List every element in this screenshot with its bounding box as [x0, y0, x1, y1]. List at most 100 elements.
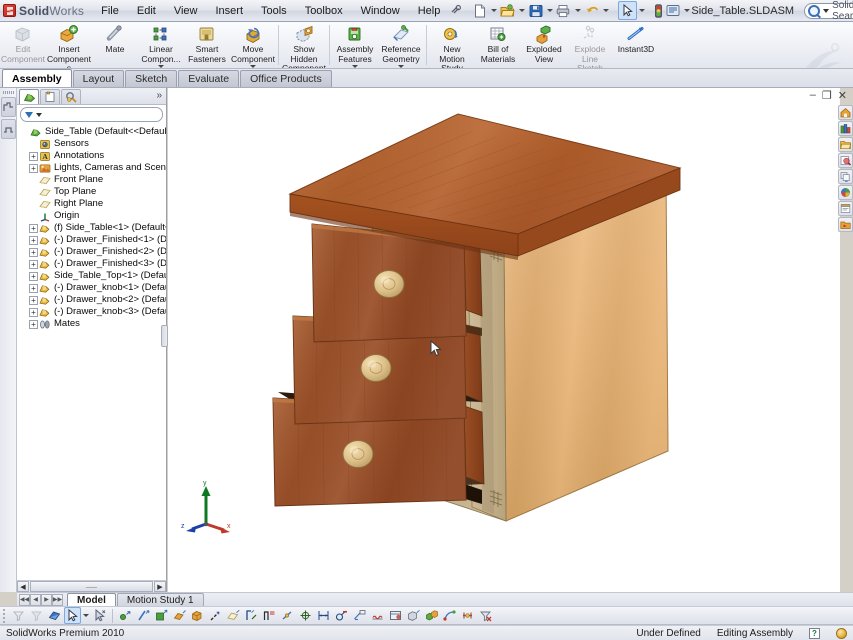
traffic-light-icon[interactable]: [654, 1, 663, 20]
tree-horizontal-scrollbar[interactable]: ◀ ⸺ ▶: [17, 580, 167, 592]
select-dropdown[interactable]: [637, 1, 646, 20]
quick-tip-icon[interactable]: ?: [809, 628, 820, 639]
open-document-icon[interactable]: [498, 1, 517, 20]
print-icon[interactable]: [554, 1, 573, 20]
tree-item[interactable]: +Side_Table_Top<1> (Default<<: [17, 270, 166, 282]
route-point-button[interactable]: [441, 607, 458, 624]
appearances-scenes-icon[interactable]: [838, 185, 853, 200]
tree-item[interactable]: Origin: [17, 210, 166, 222]
annotation-button[interactable]: [351, 607, 368, 624]
show-hidden-components-button[interactable]: Show Hidden Components: [281, 22, 327, 69]
model-tab[interactable]: Model: [67, 593, 116, 606]
solid-button[interactable]: [189, 607, 206, 624]
move-component-button[interactable]: Move Component: [230, 22, 276, 68]
undo-icon[interactable]: [582, 1, 601, 20]
shaded-button[interactable]: [46, 607, 63, 624]
side-table-model[interactable]: [268, 106, 698, 526]
pin-icon[interactable]: [449, 1, 462, 20]
point-button[interactable]: [117, 607, 134, 624]
save-dropdown[interactable]: [545, 1, 554, 20]
file-explorer-icon[interactable]: [838, 137, 853, 152]
new-document-icon[interactable]: [470, 1, 489, 20]
tab-evaluate[interactable]: Evaluate: [178, 70, 239, 87]
tree-item[interactable]: Right Plane: [17, 198, 166, 210]
mdi-minimize-button[interactable]: –: [810, 89, 816, 102]
tree-item[interactable]: +(-) Drawer_Finished<2> (Defaul: [17, 246, 166, 258]
tree-expand-icon[interactable]: +: [29, 260, 38, 269]
bill-of-materials-button[interactable]: Bill of Materials: [475, 22, 521, 64]
face-button[interactable]: [153, 607, 170, 624]
tree-scroll-left-button[interactable]: ◀: [17, 581, 29, 592]
center-mark-button[interactable]: [297, 607, 314, 624]
tree-item[interactable]: +(-) Drawer_knob<3> (Default<·: [17, 306, 166, 318]
save-icon[interactable]: [526, 1, 545, 20]
nav-first-tab[interactable]: ◀◀: [19, 594, 30, 606]
custom-properties-icon[interactable]: [838, 201, 853, 216]
tab-assembly[interactable]: Assembly: [2, 69, 72, 87]
tree-expand-icon[interactable]: +: [29, 224, 38, 233]
panel-resize-handle[interactable]: [161, 325, 168, 347]
display-pane-tab[interactable]: [1, 119, 16, 139]
menu-item-insert[interactable]: Insert: [206, 2, 252, 20]
mdi-restore-button[interactable]: ❐: [822, 89, 832, 102]
assembly-filter-button[interactable]: [423, 607, 440, 624]
linear-component-pattern-button[interactable]: Linear Compon...: [138, 22, 184, 68]
feature-tree[interactable]: Side_Table (Default<<Default>_ApSensors+…: [17, 124, 166, 580]
reference-geometry-button[interactable]: Reference Geometry: [378, 22, 424, 68]
tab-layout[interactable]: Layout: [73, 70, 125, 87]
plane-filter-button[interactable]: [225, 607, 242, 624]
graphics-area[interactable]: y x z: [168, 88, 840, 592]
linear-component-pattern-dropdown[interactable]: [158, 65, 164, 68]
move-component-dropdown[interactable]: [250, 65, 256, 68]
select-other-button[interactable]: [91, 607, 108, 624]
sketch-point-button[interactable]: [243, 607, 260, 624]
open-document-dropdown[interactable]: [517, 1, 526, 20]
menu-item-toolbox[interactable]: Toolbox: [296, 2, 352, 20]
undo-dropdown[interactable]: [601, 1, 610, 20]
tree-item[interactable]: Top Plane: [17, 186, 166, 198]
insert-components-button[interactable]: Insert Components: [46, 22, 92, 69]
menu-item-edit[interactable]: Edit: [128, 2, 165, 20]
assembly-features-dropdown[interactable]: [352, 65, 358, 68]
property-manager-tab[interactable]: [40, 89, 60, 104]
new-motion-study-button[interactable]: New Motion Study: [429, 22, 475, 69]
tree-scroll-right-button[interactable]: ▶: [154, 581, 166, 592]
toolbar-grip[interactable]: [3, 609, 7, 623]
tree-item[interactable]: +(-) Drawer_Finished<3> (Defaul: [17, 258, 166, 270]
menu-item-help[interactable]: Help: [409, 2, 450, 20]
solidworks-resources-icon[interactable]: [838, 105, 853, 120]
tab-sketch[interactable]: Sketch: [125, 70, 177, 87]
search-pane-icon[interactable]: [838, 153, 853, 168]
overlay-coin-icon[interactable]: [836, 628, 847, 639]
line-button[interactable]: [135, 607, 152, 624]
tree-item[interactable]: +(-) Drawer_knob<2> (Default<·: [17, 294, 166, 306]
mate-button[interactable]: Mate: [92, 22, 138, 55]
tree-item[interactable]: +(-) Drawer_knob<1> (Default<·: [17, 282, 166, 294]
nav-last-tab[interactable]: ▶▶: [52, 594, 63, 606]
connection-point-button[interactable]: [459, 607, 476, 624]
component-filter-button[interactable]: [405, 607, 422, 624]
tree-expand-icon[interactable]: +: [29, 308, 38, 317]
tree-expand-icon[interactable]: +: [29, 248, 38, 257]
tree-item[interactable]: +AAnnotations: [17, 150, 166, 162]
tree-item[interactable]: +(-) Drawer_Finished<1> (Defaul: [17, 234, 166, 246]
nav-prev-tab[interactable]: ◀: [30, 594, 41, 606]
tree-expand-icon[interactable]: +: [29, 296, 38, 305]
tree-expand-icon[interactable]: +: [29, 152, 38, 161]
tree-expand-icon[interactable]: +: [29, 236, 38, 245]
weld-bead-button[interactable]: [369, 607, 386, 624]
feature-manager-tab[interactable]: [19, 89, 39, 104]
sketch-segment-button[interactable]: [261, 607, 278, 624]
filter-dropdown-caret[interactable]: [36, 113, 42, 117]
tree-filter-input[interactable]: [20, 107, 163, 122]
print-dropdown[interactable]: [573, 1, 582, 20]
search-scope-caret[interactable]: [823, 9, 829, 13]
tree-expand-icon[interactable]: +: [29, 272, 38, 281]
design-library-icon[interactable]: [838, 121, 853, 136]
view-filter-button[interactable]: [387, 607, 404, 624]
feature-manager-flyout-tab[interactable]: [1, 97, 16, 117]
motion-study-tab[interactable]: Motion Study 1: [117, 593, 204, 606]
new-document-dropdown[interactable]: [489, 1, 498, 20]
menu-item-window[interactable]: Window: [352, 2, 409, 20]
tab-office-products[interactable]: Office Products: [240, 70, 332, 87]
